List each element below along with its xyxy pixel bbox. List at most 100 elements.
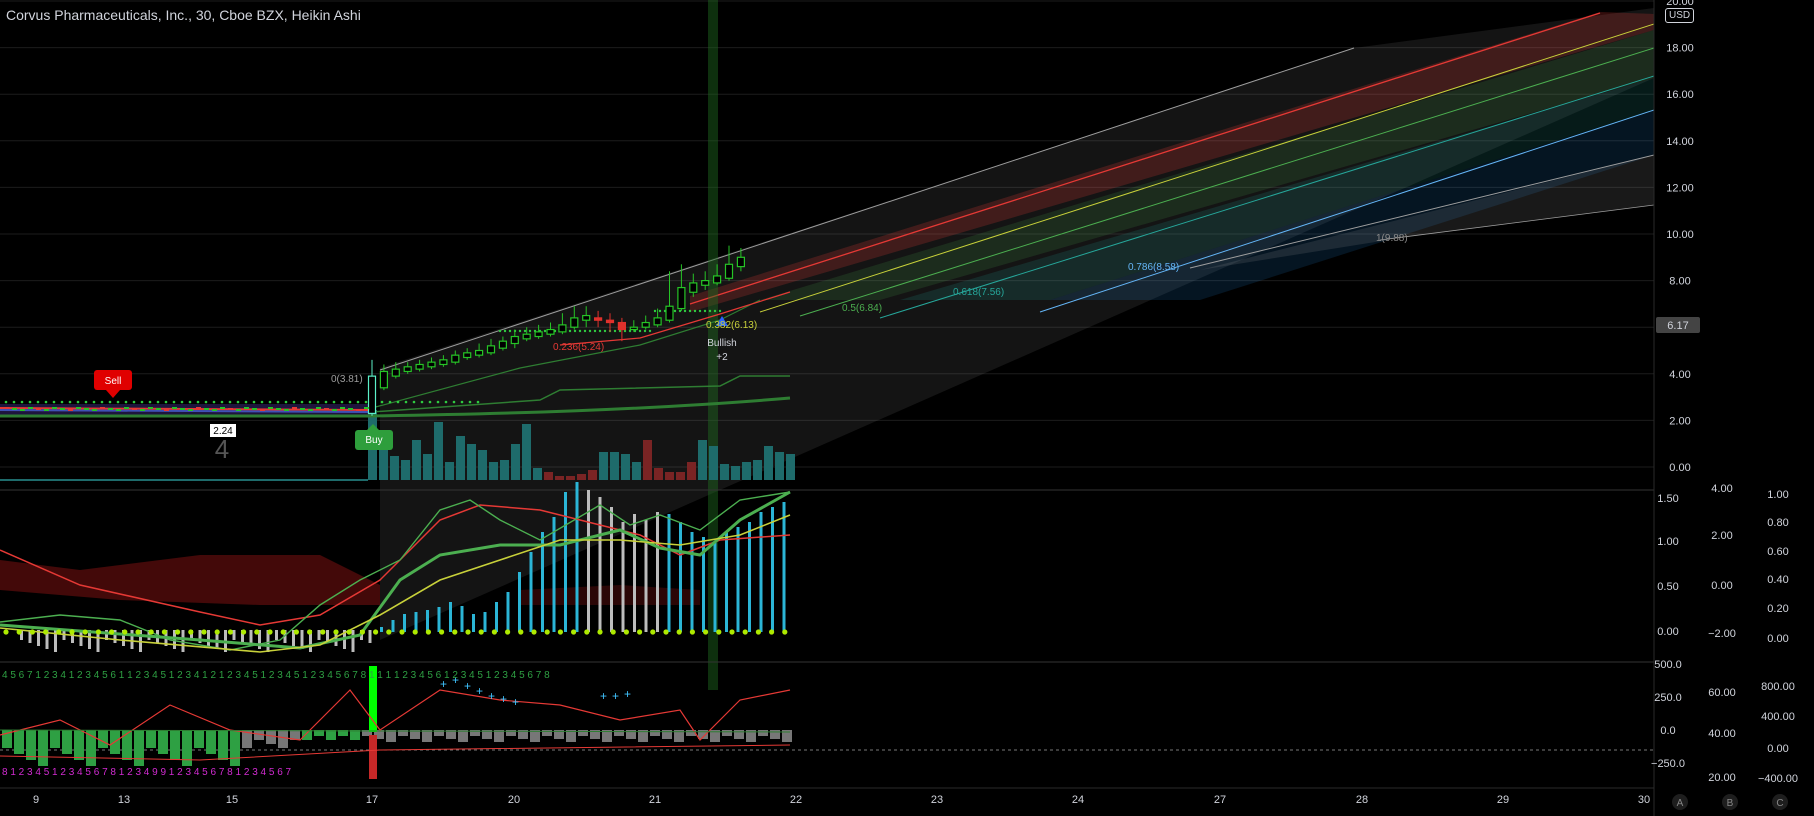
macd-bar: [449, 602, 452, 632]
pane-button-label: A: [1677, 798, 1684, 809]
candle-body: [665, 305, 674, 321]
macd-bar: [633, 514, 636, 632]
trail-dot: [316, 400, 320, 404]
trail-dot: [528, 329, 532, 333]
volume-bar: [632, 462, 641, 480]
macd-dot: [267, 629, 273, 635]
trail-dot: [518, 329, 522, 333]
fib-label-0236: 0.236(5.24): [553, 342, 604, 353]
price-tick-label: 8.00: [1669, 276, 1690, 288]
trail-dot: [156, 400, 160, 404]
osc-tick-mid: 20.00: [1708, 772, 1736, 784]
osc-bar: [326, 730, 336, 740]
cloud-red: [0, 555, 380, 605]
volume-bar: [401, 460, 410, 480]
macd-bar: [518, 572, 521, 632]
trail-dot: [404, 400, 408, 404]
macd-bar: [575, 482, 579, 632]
trail-dot: [116, 400, 120, 404]
volume-bar: [423, 454, 432, 480]
osc-bar: [758, 730, 768, 736]
macd-dot: [452, 629, 458, 635]
candle-body: [570, 317, 579, 328]
fib-label-0618: 0.618(7.56): [953, 287, 1004, 298]
osc-bar: [278, 730, 288, 748]
trail-dot: [638, 329, 642, 333]
osc-bar: [38, 730, 48, 766]
volume-bar: [467, 444, 476, 480]
symbol-title[interactable]: Corvus Pharmaceuticals, Inc., 30, Cboe B…: [6, 7, 361, 23]
macd-dot: [293, 629, 299, 635]
trail-dot: [578, 329, 582, 333]
volume-bar: [434, 422, 443, 480]
currency-badge[interactable]: USD: [1665, 8, 1695, 23]
trail-dot: [396, 400, 400, 404]
macd-bar: [529, 552, 533, 632]
trail-dot: [618, 329, 622, 333]
trail-dot: [12, 400, 16, 404]
trail-dot: [28, 400, 32, 404]
macd-tick-right: 0.20: [1767, 603, 1788, 615]
macd-bar: [460, 606, 464, 632]
macd-dot: [122, 629, 128, 635]
volume-bar: [379, 450, 388, 480]
trail-dot: [356, 400, 360, 404]
trail-dot: [588, 329, 592, 333]
chart-canvas[interactable]: + + + + + + + + + + 9 13 15 17 20 21 22 23 24 27 28 29 30 20.…: [0, 0, 1814, 816]
trail-dot: [593, 329, 597, 333]
trail-dot: [284, 400, 288, 404]
candle-body: [510, 335, 519, 345]
macd-bar: [759, 512, 763, 632]
trail-dot: [52, 400, 56, 404]
x-tick-label: 27: [1214, 794, 1226, 806]
trail-dot: [420, 400, 424, 404]
macd-dot: [346, 629, 352, 635]
osc-bar: [722, 730, 732, 736]
fib-label-0: 0(3.81): [331, 374, 363, 385]
volume-bar: [687, 462, 696, 480]
macd-bar: [713, 542, 717, 632]
macd-tick-left: 0.50: [1657, 581, 1678, 593]
price-tick-label: 2.00: [1669, 415, 1690, 427]
macd-dot: [650, 629, 656, 635]
candle-body: [689, 282, 698, 293]
counter-row-top: 4 5 6 7 1 2 3 4 1 2 3 4 5 6 1 1 2 3 4 5 …: [2, 670, 550, 681]
osc-tick-mid: 40.00: [1708, 728, 1736, 740]
osc-bar: [578, 730, 588, 736]
macd-dot: [359, 629, 365, 635]
volume-bar: [643, 440, 652, 480]
macd-bar: [667, 514, 671, 632]
osc-plus-marker: +: [488, 689, 495, 703]
volume-bar: [522, 424, 531, 480]
trail-dot: [658, 309, 662, 313]
osc-bar: [170, 730, 180, 760]
price-tick-label: 20.00: [1666, 0, 1694, 8]
macd-dot: [241, 629, 247, 635]
macd-dot: [465, 629, 471, 635]
trail-dot: [573, 329, 577, 333]
candle-body: [486, 345, 496, 354]
price-tick-label: 4.00: [1669, 369, 1690, 381]
osc-bar: [302, 730, 312, 740]
osc-tick-right: −400.00: [1758, 773, 1798, 785]
trail-dot: [364, 400, 368, 404]
macd-dot: [676, 629, 682, 635]
x-tick-label: 22: [790, 794, 802, 806]
macd-tick-mid: 4.00: [1711, 483, 1732, 495]
trail-dot: [708, 309, 712, 313]
trail-dot: [324, 400, 328, 404]
trail-dot: [60, 400, 64, 404]
osc-tick-left: 0.0: [1660, 725, 1675, 737]
trail-dot: [20, 400, 24, 404]
macd-dot: [386, 629, 392, 635]
osc-bar: [218, 730, 228, 760]
osc-bar: [158, 730, 168, 754]
last-price-text: 6.17: [1667, 320, 1688, 332]
trail-dot: [36, 400, 40, 404]
sell-signal[interactable]: Sell: [94, 370, 132, 398]
osc-bar: [614, 730, 624, 736]
trail-dot: [300, 400, 304, 404]
macd-bar: [782, 502, 786, 632]
volume-bar: [610, 452, 619, 480]
macd-dot: [689, 629, 696, 635]
